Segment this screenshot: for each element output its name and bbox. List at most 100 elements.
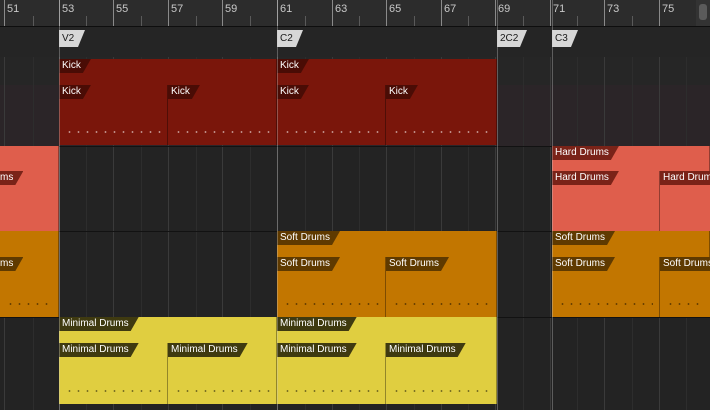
clip-title: Soft Drums bbox=[552, 257, 615, 271]
arrangement-view[interactable]: { "ruler": { "labels": ["51","53","55","… bbox=[0, 0, 710, 410]
clip-minimal-drums[interactable]: Minimal Drums bbox=[59, 317, 277, 343]
ruler-tick bbox=[33, 16, 34, 26]
clip-notes bbox=[558, 303, 653, 305]
ruler-tick bbox=[386, 0, 387, 26]
ruler-tick bbox=[332, 0, 333, 26]
ruler-tick bbox=[632, 16, 633, 26]
locator-line bbox=[497, 0, 498, 410]
clip-title: Soft Drums bbox=[277, 257, 340, 271]
ruler-label: 53 bbox=[62, 3, 75, 15]
clip-title: Kick bbox=[277, 59, 309, 73]
clip-kick[interactable]: Kick bbox=[59, 59, 277, 85]
clip-title: Minimal Drums bbox=[59, 343, 139, 357]
clip-title: Kick bbox=[59, 85, 91, 99]
clip-minimal-drums[interactable]: Minimal Drums bbox=[168, 343, 277, 404]
clip-minimal-drums[interactable]: Minimal Drums bbox=[59, 343, 168, 404]
grid-line bbox=[550, 57, 551, 410]
clip-soft-drums[interactable]: Soft Drums bbox=[277, 231, 497, 257]
ruler-label: 51 bbox=[7, 3, 20, 15]
clip-soft-drums[interactable]: Soft Drums bbox=[277, 257, 386, 317]
locator-v2[interactable]: V2 bbox=[59, 30, 85, 47]
ruler-tick bbox=[168, 0, 169, 26]
ruler-tick bbox=[523, 16, 524, 26]
ruler-label: 59 bbox=[225, 3, 238, 15]
clip-notes bbox=[283, 390, 379, 392]
ruler-tick bbox=[604, 0, 605, 26]
ruler-tick bbox=[4, 0, 5, 26]
clip-notes bbox=[174, 390, 270, 392]
clip-title: Hard Drums bbox=[552, 171, 619, 185]
ruler-tick bbox=[414, 16, 415, 26]
ruler-tick bbox=[141, 16, 142, 26]
clip-soft-drums[interactable]: Soft Drums bbox=[660, 257, 710, 317]
ruler-label: 67 bbox=[444, 3, 457, 15]
ruler-label: 69 bbox=[498, 3, 511, 15]
ruler-tick bbox=[359, 16, 360, 26]
clip-notes bbox=[6, 303, 52, 305]
clip-title: Kick bbox=[386, 85, 418, 99]
clip-minimal-drums[interactable]: Minimal Drums bbox=[277, 343, 386, 404]
ruler-tick bbox=[441, 0, 442, 26]
clip-hard-drums-partial[interactable]: ms bbox=[0, 171, 59, 231]
clip-notes bbox=[174, 131, 270, 133]
clip-hard-drums[interactable]: Hard Drums bbox=[660, 171, 710, 231]
clip-title: Kick bbox=[277, 85, 309, 99]
clip-hard-drums[interactable]: Hard Drums bbox=[552, 171, 660, 231]
ruler-label: 73 bbox=[607, 3, 620, 15]
clip-title: Soft Drums bbox=[386, 257, 449, 271]
clip-title: Minimal Drums bbox=[386, 343, 466, 357]
clip-title: Hard Drums bbox=[552, 146, 619, 160]
clip-title: Soft Drums bbox=[552, 231, 615, 245]
ruler-label: 71 bbox=[553, 3, 566, 15]
ruler-tick bbox=[86, 16, 87, 26]
clip-title: Minimal Drums bbox=[168, 343, 248, 357]
ruler-tick bbox=[113, 0, 114, 26]
ruler-tick bbox=[577, 16, 578, 26]
clip-title: ms bbox=[0, 171, 23, 185]
scroll-thumb[interactable] bbox=[699, 4, 707, 20]
clip-title: Minimal Drums bbox=[277, 343, 357, 357]
ruler-label: 57 bbox=[171, 3, 184, 15]
timeline-ruler[interactable]: 51 53 55 57 59 61 63 65 67 69 71 73 75 bbox=[0, 0, 710, 27]
ruler-tick bbox=[659, 0, 660, 26]
clip-title: Kick bbox=[59, 59, 91, 73]
clip-kick[interactable]: Kick bbox=[277, 85, 386, 145]
clip-notes bbox=[392, 390, 490, 392]
grid-line bbox=[523, 57, 524, 410]
clip-kick[interactable]: Kick bbox=[168, 85, 277, 145]
ruler-tick bbox=[495, 0, 496, 26]
ruler-label: 63 bbox=[335, 3, 348, 15]
clip-title: Soft Drums bbox=[660, 257, 710, 271]
clip-hard-drums[interactable]: Hard Drums bbox=[552, 146, 710, 171]
locator-line bbox=[59, 0, 60, 410]
clip-hard-drums-partial[interactable] bbox=[0, 146, 59, 171]
ruler-tick bbox=[550, 0, 551, 26]
clip-soft-drums-partial[interactable]: ms bbox=[0, 257, 59, 317]
ruler-label: 65 bbox=[389, 3, 402, 15]
locator-c3[interactable]: C3 bbox=[552, 30, 578, 47]
ruler-tick bbox=[196, 16, 197, 26]
locator-c2[interactable]: C2 bbox=[277, 30, 303, 47]
ruler-scrollbar[interactable] bbox=[696, 0, 710, 26]
clip-soft-drums[interactable]: Soft Drums bbox=[552, 257, 660, 317]
clip-kick[interactable]: Kick bbox=[59, 85, 168, 145]
ruler-label: 61 bbox=[280, 3, 293, 15]
clip-kick[interactable]: Kick bbox=[386, 85, 497, 145]
clip-minimal-drums[interactable]: Minimal Drums bbox=[386, 343, 497, 404]
locator-2c2[interactable]: 2C2 bbox=[497, 30, 527, 47]
clip-notes bbox=[65, 131, 161, 133]
clip-notes bbox=[392, 131, 490, 133]
clip-kick[interactable]: Kick bbox=[277, 59, 497, 85]
clip-title: Hard Drums bbox=[660, 171, 710, 185]
locator-lane[interactable]: V2 C2 2C2 C3 bbox=[0, 27, 710, 58]
clip-title: Minimal Drums bbox=[277, 317, 357, 331]
clip-title: Minimal Drums bbox=[59, 317, 139, 331]
clip-notes bbox=[65, 390, 161, 392]
clip-title: ms bbox=[0, 257, 23, 271]
clip-soft-drums[interactable]: Soft Drums bbox=[386, 257, 497, 317]
clip-minimal-drums[interactable]: Minimal Drums bbox=[277, 317, 497, 343]
clip-soft-drums[interactable]: Soft Drums bbox=[552, 231, 710, 257]
clip-title: Soft Drums bbox=[277, 231, 340, 245]
clip-soft-drums-partial[interactable] bbox=[0, 231, 59, 257]
clip-notes bbox=[283, 131, 379, 133]
